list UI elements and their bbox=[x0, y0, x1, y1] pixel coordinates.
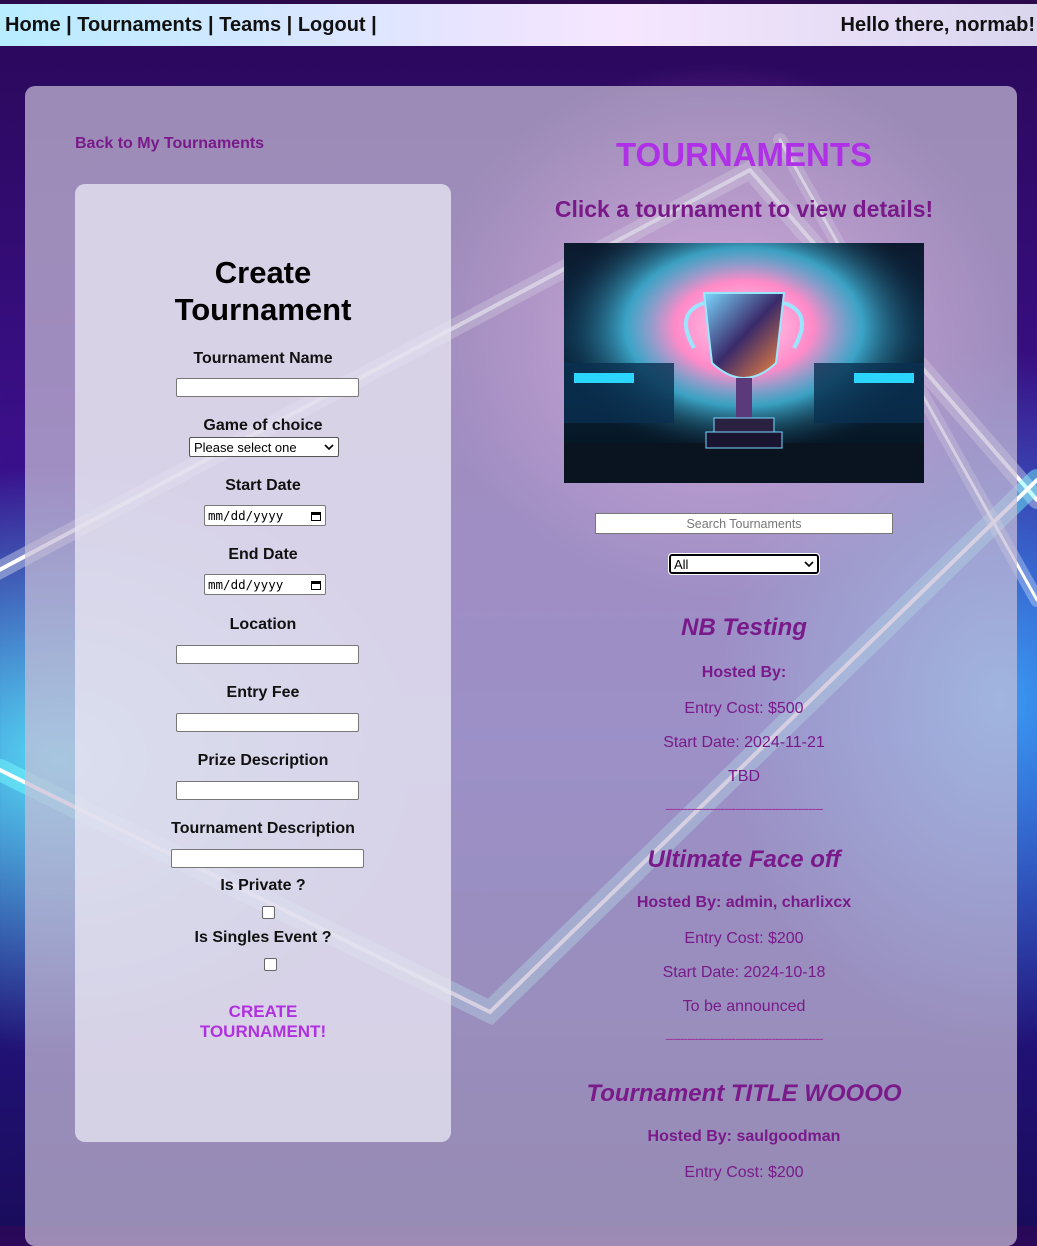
calendar-icon[interactable] bbox=[310, 579, 322, 591]
tournament-hosts: Hosted By: saulgoodman bbox=[647, 1128, 841, 1145]
nav-tournaments-link[interactable]: Tournaments bbox=[77, 14, 202, 37]
tournament-start-date: Start Date: 2024-11-21 bbox=[663, 734, 825, 751]
top-nav-bar: Home | Tournaments | Teams | Logout | He… bbox=[0, 0, 1037, 46]
is-private-label: Is Private ? bbox=[220, 877, 306, 894]
end-date-label: End Date bbox=[228, 546, 298, 563]
filter-select-value: All bbox=[674, 556, 689, 572]
tournament-card[interactable]: Tournament TITLE WOOOO Hosted By: saulgo… bbox=[544, 1080, 944, 1182]
tournament-name-label: Tournament Name bbox=[193, 350, 333, 367]
tournament-separator: ----------------------------------------… bbox=[665, 1030, 823, 1046]
entry-fee-input[interactable] bbox=[175, 713, 359, 732]
start-date-placeholder: mm/dd/yyyy bbox=[208, 508, 284, 523]
nav-teams-link[interactable]: Teams bbox=[219, 14, 281, 37]
is-singles-checkbox[interactable] bbox=[263, 958, 277, 971]
form-title: Create Tournament bbox=[174, 255, 352, 327]
location-input[interactable] bbox=[175, 645, 359, 664]
game-select[interactable]: Please select one bbox=[189, 437, 339, 457]
end-date-placeholder: mm/dd/yyyy bbox=[208, 577, 284, 592]
end-date-input[interactable]: mm/dd/yyyy bbox=[204, 574, 326, 595]
tournament-entry-cost: Entry Cost: $500 bbox=[684, 700, 804, 717]
trophy-illustration bbox=[564, 243, 924, 483]
create-tournament-form: Create Tournament Tournament Name Game o… bbox=[75, 184, 451, 1142]
tournament-location: TBD bbox=[728, 768, 760, 785]
tournament-card[interactable]: Ultimate Face off Hosted By: admin, char… bbox=[544, 846, 944, 1046]
tournament-entry-cost: Entry Cost: $200 bbox=[684, 930, 804, 947]
is-private-checkbox[interactable] bbox=[261, 906, 275, 919]
tournament-filter-select[interactable]: All bbox=[668, 553, 820, 575]
nav-separator: | bbox=[60, 13, 78, 36]
tournament-hosts: Hosted By: admin, charlixcx bbox=[636, 894, 852, 911]
tournaments-subheading: Click a tournament to view details! bbox=[554, 196, 934, 222]
nav-separator: | bbox=[202, 13, 220, 36]
start-date-label: Start Date bbox=[225, 477, 301, 494]
location-label: Location bbox=[229, 616, 297, 633]
calendar-icon[interactable] bbox=[310, 510, 322, 522]
tournament-start-date: Start Date: 2024-10-18 bbox=[662, 964, 826, 981]
tournament-name[interactable]: Ultimate Face off bbox=[544, 846, 944, 874]
is-singles-label: Is Singles Event ? bbox=[194, 929, 332, 946]
chevron-down-icon bbox=[804, 560, 814, 567]
start-date-input[interactable]: mm/dd/yyyy bbox=[204, 505, 326, 526]
nav-logout-link[interactable]: Logout bbox=[298, 14, 366, 37]
trophy-image bbox=[564, 243, 924, 483]
game-select-value: Please select one bbox=[194, 439, 297, 455]
tournament-hosts: Hosted By: bbox=[701, 664, 787, 681]
nav-separator: | bbox=[365, 13, 383, 36]
tournament-list-section: TOURNAMENTS Click a tournament to view d… bbox=[544, 130, 944, 1182]
tournament-name-input[interactable] bbox=[175, 378, 359, 397]
tournament-description-label: Tournament Description bbox=[171, 820, 355, 837]
search-tournaments-input[interactable]: Search Tournaments bbox=[595, 513, 893, 534]
chevron-down-icon bbox=[324, 443, 334, 450]
prize-description-label: Prize Description bbox=[197, 752, 329, 769]
tournament-name[interactable]: Tournament TITLE WOOOO bbox=[544, 1080, 944, 1108]
main-nav: Home | Tournaments | Teams | Logout | bbox=[0, 14, 382, 37]
create-tournament-button[interactable]: CREATE TOURNAMENT! bbox=[183, 1002, 343, 1042]
game-label: Game of choice bbox=[203, 417, 323, 434]
back-to-my-tournaments-link[interactable]: Back to My Tournaments bbox=[75, 135, 264, 153]
tournaments-heading: TOURNAMENTS bbox=[615, 136, 873, 173]
entry-fee-label: Entry Fee bbox=[226, 684, 300, 701]
nav-home-link[interactable]: Home bbox=[5, 14, 61, 37]
nav-separator: | bbox=[281, 13, 298, 36]
tournament-separator: ----------------------------------------… bbox=[665, 800, 823, 816]
tournament-location: To be announced bbox=[682, 998, 806, 1015]
tournament-card[interactable]: NB Testing Hosted By: Entry Cost: $500 S… bbox=[544, 614, 944, 816]
user-greeting: Hello there, normab! bbox=[840, 13, 1035, 36]
prize-description-input[interactable] bbox=[175, 781, 359, 800]
tournament-name[interactable]: NB Testing bbox=[544, 614, 944, 642]
tournament-description-input[interactable] bbox=[170, 849, 364, 868]
tournament-entry-cost: Entry Cost: $200 bbox=[684, 1164, 804, 1181]
